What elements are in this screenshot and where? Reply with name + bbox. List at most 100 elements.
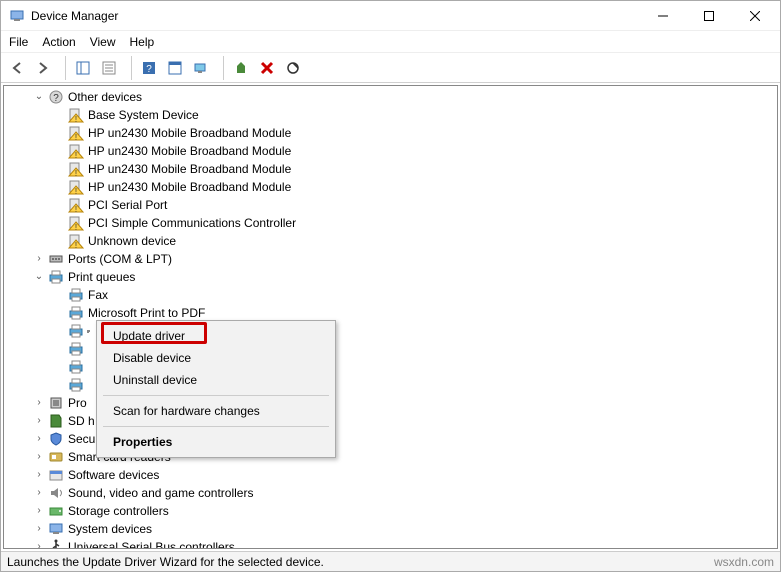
tree-row[interactable]: › Sound, video and game controllers bbox=[4, 484, 777, 502]
watermark: wsxdn.com bbox=[714, 555, 774, 569]
sd-icon bbox=[48, 413, 64, 429]
printer-icon bbox=[68, 323, 84, 339]
expand-toggle[interactable]: › bbox=[32, 538, 46, 548]
tree-row[interactable]: ! Unknown device bbox=[4, 232, 777, 250]
svg-text:!: ! bbox=[75, 115, 77, 123]
menu-help[interactable]: Help bbox=[130, 35, 155, 49]
expand-toggle[interactable]: › bbox=[32, 466, 46, 484]
tree-item-label: HP un2430 Mobile Broadband Module bbox=[88, 160, 291, 178]
tree-row[interactable]: !HP un2430 Mobile Broadband Module bbox=[4, 124, 777, 142]
tree-row[interactable]: ! PCI Serial Port bbox=[4, 196, 777, 214]
tree-row[interactable]: › System devices bbox=[4, 520, 777, 538]
warn-device-icon: ! bbox=[68, 197, 84, 213]
tree-item-label: Unknown device bbox=[88, 232, 176, 250]
tree-item-label: Fax bbox=[88, 286, 108, 304]
tree-row[interactable]: !HP un2430 Mobile Broadband Module bbox=[4, 160, 777, 178]
tree-item-label: SD h bbox=[68, 412, 95, 430]
maximize-button[interactable] bbox=[686, 1, 732, 31]
svg-text:?: ? bbox=[53, 93, 59, 104]
tree-row[interactable]: ! Base System Device bbox=[4, 106, 777, 124]
tree-item-label: System devices bbox=[68, 520, 152, 538]
expand-toggle[interactable]: › bbox=[32, 502, 46, 520]
tree-item-label: PCI Simple Communications Controller bbox=[88, 214, 296, 232]
warn-device-icon: ! bbox=[68, 179, 84, 195]
statusbar: Launches the Update Driver Wizard for th… bbox=[1, 551, 780, 571]
scan-hardware-icon[interactable] bbox=[189, 56, 213, 80]
tree-row[interactable]: ! HP un2430 Mobile Broadband Module bbox=[4, 142, 777, 160]
sound-icon bbox=[48, 485, 64, 501]
printer-icon bbox=[68, 341, 84, 357]
printer-icon bbox=[48, 269, 64, 285]
ctx-separator bbox=[103, 395, 329, 396]
tree-item-label: Software devices bbox=[68, 466, 159, 484]
back-button[interactable] bbox=[5, 56, 29, 80]
expand-toggle[interactable]: › bbox=[32, 430, 46, 448]
action-icon[interactable] bbox=[163, 56, 187, 80]
close-button[interactable] bbox=[732, 1, 778, 31]
ctx-separator bbox=[103, 426, 329, 427]
menu-view[interactable]: View bbox=[90, 35, 116, 49]
tree-row[interactable]: ⌄?Other devices bbox=[4, 88, 777, 106]
help-icon[interactable]: ? bbox=[137, 56, 161, 80]
security-icon bbox=[48, 431, 64, 447]
svg-text:!: ! bbox=[75, 151, 77, 159]
show-hide-console-tree-icon[interactable] bbox=[71, 56, 95, 80]
storage-icon bbox=[48, 503, 64, 519]
expand-toggle[interactable]: › bbox=[32, 520, 46, 538]
warn-device-icon: ! bbox=[68, 215, 84, 231]
expand-toggle[interactable]: › bbox=[32, 448, 46, 466]
tree-row[interactable]: !HP un2430 Mobile Broadband Module bbox=[4, 178, 777, 196]
tree-row[interactable]: › Software devices bbox=[4, 466, 777, 484]
svg-text:!: ! bbox=[75, 187, 77, 195]
svg-text:!: ! bbox=[75, 241, 77, 249]
expand-toggle[interactable]: › bbox=[32, 484, 46, 502]
ctx-disable-device[interactable]: Disable device bbox=[99, 347, 333, 369]
expand-toggle[interactable]: › bbox=[32, 412, 46, 430]
usb-icon bbox=[48, 539, 64, 548]
properties-icon[interactable] bbox=[97, 56, 121, 80]
update-driver-icon[interactable] bbox=[229, 56, 253, 80]
tree-row[interactable]: Fax bbox=[4, 286, 777, 304]
expand-toggle[interactable]: › bbox=[32, 394, 46, 412]
disable-device-icon[interactable] bbox=[281, 56, 305, 80]
window-title: Device Manager bbox=[31, 9, 118, 23]
status-text: Launches the Update Driver Wizard for th… bbox=[7, 555, 324, 569]
uninstall-device-icon[interactable] bbox=[255, 56, 279, 80]
tree-item-label: PCI Serial Port bbox=[88, 196, 167, 214]
menu-action[interactable]: Action bbox=[42, 35, 75, 49]
tree-item-label: Ports (COM & LPT) bbox=[68, 250, 172, 268]
menu-file[interactable]: File bbox=[9, 35, 28, 49]
svg-text:!: ! bbox=[75, 205, 77, 213]
collapse-toggle[interactable]: ⌄ bbox=[32, 268, 46, 286]
collapse-toggle[interactable]: ⌄ bbox=[32, 88, 46, 106]
tree-item-label: Storage controllers bbox=[68, 502, 169, 520]
tree-row[interactable]: ! PCI Simple Communications Controller bbox=[4, 214, 777, 232]
tree-row[interactable]: › Ports (COM & LPT) bbox=[4, 250, 777, 268]
warn-device-icon: ! bbox=[68, 143, 84, 159]
ctx-properties[interactable]: Properties bbox=[99, 431, 333, 453]
minimize-button[interactable] bbox=[640, 1, 686, 31]
titlebar: Device Manager bbox=[1, 1, 780, 31]
ctx-update-driver[interactable]: Update driver bbox=[99, 325, 333, 347]
menubar: File Action View Help bbox=[1, 31, 780, 53]
system-icon bbox=[48, 521, 64, 537]
tree-item-label: HP un2430 Mobile Broadband Module bbox=[88, 142, 291, 160]
tree-item-label: Base System Device bbox=[88, 106, 199, 124]
tree-item-label: Sound, video and game controllers bbox=[68, 484, 253, 502]
processor-icon bbox=[48, 395, 64, 411]
warn-device-icon: ! bbox=[68, 107, 84, 123]
tree-row[interactable]: ⌄Print queues bbox=[4, 268, 777, 286]
forward-button[interactable] bbox=[31, 56, 55, 80]
ctx-uninstall-device[interactable]: Uninstall device bbox=[99, 369, 333, 391]
device-tree[interactable]: ⌄?Other devices! Base System Device! HP un… bbox=[4, 86, 777, 548]
svg-text:!: ! bbox=[75, 223, 77, 231]
ctx-scan-hardware[interactable]: Scan for hardware changes bbox=[99, 400, 333, 422]
tree-row[interactable]: › Storage controllers bbox=[4, 502, 777, 520]
tree-row[interactable]: ›Universal Serial Bus controllers bbox=[4, 538, 777, 548]
warn-device-icon: ! bbox=[68, 233, 84, 249]
device-tree-pane: ⌄?Other devices! Base System Device! HP un… bbox=[3, 85, 778, 549]
printer-icon bbox=[68, 359, 84, 375]
expand-toggle[interactable]: › bbox=[32, 250, 46, 268]
printer-icon bbox=[68, 305, 84, 321]
smartcard-icon bbox=[48, 449, 64, 465]
